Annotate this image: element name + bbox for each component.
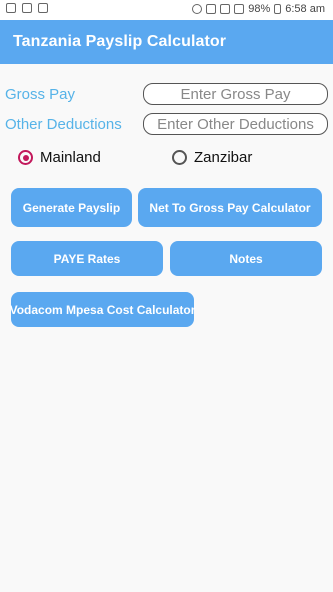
radio-mainland[interactable]: Mainland [18,149,101,166]
radio-selected-icon [18,150,33,165]
notification-icons [6,3,48,13]
other-deductions-input[interactable] [143,113,328,135]
system-icons: 98% 6:58 am [192,3,325,15]
battery-percent: 98% [248,3,271,15]
message-icon [6,3,16,13]
image-icon [22,3,32,13]
clock: 6:58 am [285,3,325,15]
alarm-icon [192,4,203,14]
net-to-gross-button[interactable]: Net To Gross Pay Calculator [138,188,322,227]
battery-icon [274,4,282,14]
cellular-icon [234,4,245,14]
generate-payslip-button[interactable]: Generate Payslip [11,188,132,227]
vibrate-icon [206,4,217,14]
notes-button[interactable]: Notes [170,241,322,276]
radio-unselected-icon [172,150,187,165]
app-title: Tanzania Payslip Calculator [13,33,227,50]
gross-pay-label: Gross Pay [5,86,76,103]
signal-icon [220,4,231,14]
radio-mainland-label: Mainland [40,149,101,166]
status-bar: 98% 6:58 am [0,0,333,20]
other-deductions-label: Other Deductions [5,116,122,133]
radio-zanzibar-label: Zanzibar [194,149,253,166]
mpesa-calculator-button[interactable]: Vodacom Mpesa Cost Calculator [10,292,195,327]
gross-pay-input[interactable] [143,83,328,105]
app-bar: Tanzania Payslip Calculator [0,20,333,64]
radio-zanzibar[interactable]: Zanzibar [172,149,252,166]
paye-rates-button[interactable]: PAYE Rates [11,241,163,276]
check-icon [38,3,48,13]
